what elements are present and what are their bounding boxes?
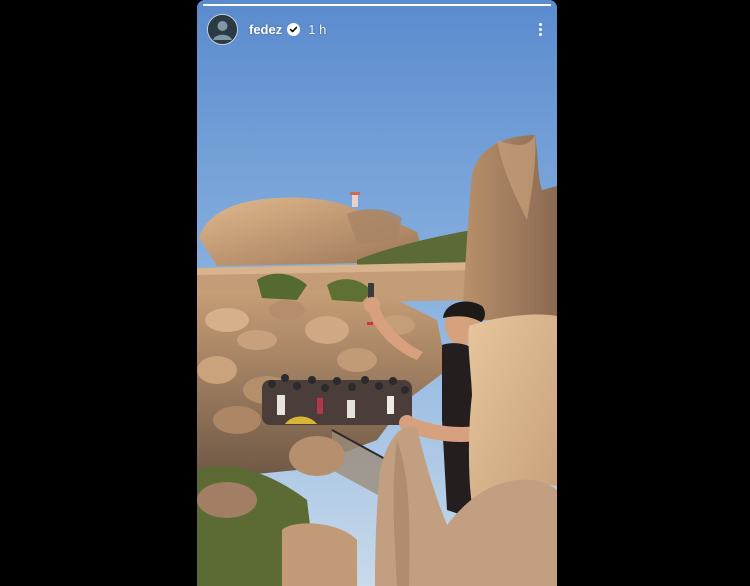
story-header: fedez 1 h — [207, 13, 549, 45]
story-photo — [197, 0, 557, 586]
lighthouse — [352, 193, 358, 207]
username[interactable]: fedez — [249, 22, 282, 37]
crowd — [262, 374, 412, 425]
story-viewer[interactable]: fedez 1 h — [197, 0, 557, 586]
post-time: 1 h — [308, 21, 327, 37]
avatar-image — [208, 14, 237, 44]
story-progress-bar — [203, 4, 551, 6]
story-progress-fill — [203, 4, 551, 6]
more-vertical-icon[interactable] — [531, 16, 549, 42]
profile-avatar[interactable] — [207, 13, 238, 45]
drape — [468, 314, 557, 505]
verified-badge-icon — [287, 22, 301, 36]
foreground-boulder — [282, 523, 357, 586]
